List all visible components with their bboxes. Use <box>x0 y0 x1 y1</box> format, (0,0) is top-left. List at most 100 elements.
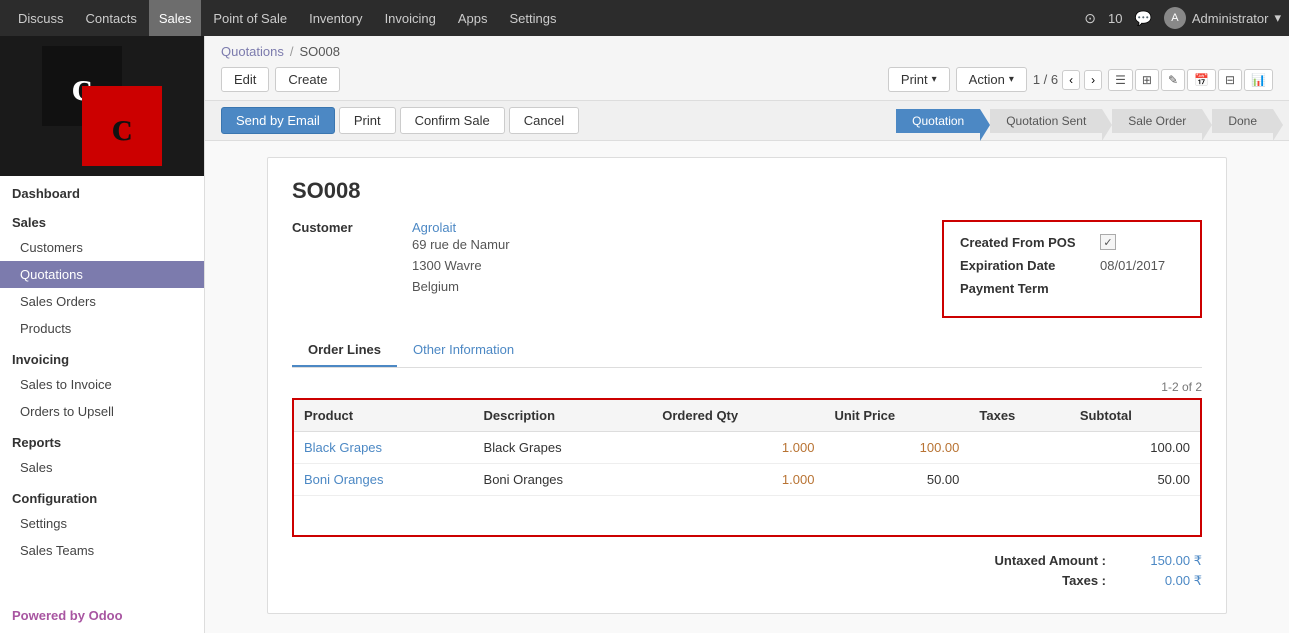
calendar-view-button[interactable]: 📅 <box>1187 69 1216 91</box>
row1-product[interactable]: Black Grapes <box>293 432 474 464</box>
col-taxes: Taxes <box>969 399 1069 432</box>
admin-dropdown-icon: ▾ <box>1274 10 1281 26</box>
sidebar-item-sales-orders[interactable]: Sales Orders <box>0 288 204 315</box>
pager: 1 / 6 ‹ › <box>1033 70 1102 90</box>
nav-discuss[interactable]: Discuss <box>8 0 74 36</box>
sidebar-section-reports: Reports <box>0 425 204 454</box>
send-by-email-button[interactable]: Send by Email <box>221 107 335 134</box>
nav-point-of-sale[interactable]: Point of Sale <box>203 0 297 36</box>
document-fields: Customer Agrolait 69 rue de Namur 1300 W… <box>292 220 1202 318</box>
created-from-pos-row: Created From POS ✓ <box>960 234 1184 250</box>
row1-taxes <box>969 432 1069 464</box>
confirm-sale-button[interactable]: Confirm Sale <box>400 107 505 134</box>
nav-contacts[interactable]: Contacts <box>76 0 147 36</box>
breadcrumb-parent[interactable]: Quotations <box>221 44 284 59</box>
kanban-view-button[interactable]: ⊞ <box>1135 69 1159 91</box>
sidebar-item-sales-to-invoice[interactable]: Sales to Invoice <box>0 371 204 398</box>
row1-subtotal: 100.00 <box>1070 432 1201 464</box>
nav-invoicing[interactable]: Invoicing <box>375 0 446 36</box>
status-sale-order: Sale Order <box>1112 109 1202 133</box>
logo-red-square: ᴄ <box>82 86 162 166</box>
chat-icon[interactable]: 💬 <box>1134 10 1151 27</box>
sidebar-item-products[interactable]: Products <box>0 315 204 342</box>
print-button[interactable]: Print ▾ <box>888 67 950 92</box>
workflow-status: Quotation Quotation Sent Sale Order Done <box>896 109 1273 133</box>
sidebar: ᴄ ᴄ Dashboard Sales Customers Quotations… <box>0 36 205 633</box>
payment-term-row: Payment Term <box>960 281 1184 296</box>
top-navigation: Discuss Contacts Sales Point of Sale Inv… <box>0 0 1289 36</box>
sidebar-item-customers[interactable]: Customers <box>0 234 204 261</box>
row2-unit-price: 50.00 <box>824 464 969 496</box>
customer-name[interactable]: Agrolait <box>412 220 510 235</box>
table-row[interactable]: Black Grapes Black Grapes 1.000 100.00 1… <box>293 432 1201 464</box>
action-dropdown-arrow: ▾ <box>1009 74 1014 85</box>
admin-menu[interactable]: A Administrator ▾ <box>1164 7 1281 29</box>
row2-product[interactable]: Boni Oranges <box>293 464 474 496</box>
document-summary: Untaxed Amount : 150.00 ₹ Taxes : 0.00 ₹ <box>292 553 1202 589</box>
edit-button[interactable]: Edit <box>221 67 269 92</box>
doc-fields-left: Customer Agrolait 69 rue de Namur 1300 W… <box>292 220 918 318</box>
form-view-button[interactable]: ✎ <box>1161 69 1185 91</box>
action-bar: Send by Email Print Confirm Sale Cancel … <box>205 101 1289 141</box>
sidebar-item-orders-to-upsell[interactable]: Orders to Upsell <box>0 398 204 425</box>
admin-label: Administrator <box>1192 11 1269 26</box>
document-title: SO008 <box>292 178 1202 204</box>
order-lines-table: Product Description Ordered Qty Unit Pri… <box>292 398 1202 537</box>
graph-view-button[interactable]: 📊 <box>1244 69 1273 91</box>
print-action-button[interactable]: Print <box>339 107 396 134</box>
print-dropdown-arrow: ▾ <box>932 74 937 85</box>
col-ordered-qty: Ordered Qty <box>652 399 824 432</box>
customer-address: 69 rue de Namur 1300 Wavre Belgium <box>412 235 510 297</box>
taxes-row: Taxes : 0.00 ₹ <box>292 573 1202 589</box>
action-button[interactable]: Action ▾ <box>956 67 1027 92</box>
created-from-pos-checkbox[interactable]: ✓ <box>1100 234 1116 250</box>
customer-address1: 69 rue de Namur <box>412 237 510 252</box>
circle-icon: ⊙ <box>1084 10 1096 27</box>
expiration-date-label: Expiration Date <box>960 258 1100 273</box>
nav-sales[interactable]: Sales <box>149 0 202 36</box>
tab-order-lines[interactable]: Order Lines <box>292 334 397 367</box>
taxes-value: 0.00 ₹ <box>1122 573 1202 589</box>
customer-address2: 1300 Wavre <box>412 258 482 273</box>
cancel-button[interactable]: Cancel <box>509 107 579 134</box>
pager-text: 1 / 6 <box>1033 72 1058 87</box>
nav-apps[interactable]: Apps <box>448 0 498 36</box>
table-row[interactable]: Boni Oranges Boni Oranges 1.000 50.00 50… <box>293 464 1201 496</box>
main-layout: ᴄ ᴄ Dashboard Sales Customers Quotations… <box>0 36 1289 633</box>
pager-next[interactable]: › <box>1084 70 1102 90</box>
sidebar-item-reports-sales[interactable]: Sales <box>0 454 204 481</box>
view-icons: ☰ ⊞ ✎ 📅 ⊟ 📊 <box>1108 69 1273 91</box>
logo-c-black: ᴄ <box>112 103 133 150</box>
untaxed-amount-row: Untaxed Amount : 150.00 ₹ <box>292 553 1202 569</box>
sidebar-item-settings[interactable]: Settings <box>0 510 204 537</box>
pivot-view-button[interactable]: ⊟ <box>1218 69 1242 91</box>
sidebar-item-quotations[interactable]: Quotations <box>0 261 204 288</box>
create-button[interactable]: Create <box>275 67 340 92</box>
col-subtotal: Subtotal <box>1070 399 1201 432</box>
nav-settings[interactable]: Settings <box>500 0 567 36</box>
created-from-pos-label: Created From POS <box>960 235 1100 250</box>
tab-other-information[interactable]: Other Information <box>397 334 530 367</box>
top-nav-right: ⊙ 10 💬 A Administrator ▾ <box>1084 7 1281 29</box>
avatar: A <box>1164 7 1186 29</box>
untaxed-amount-label: Untaxed Amount : <box>995 553 1106 568</box>
nav-inventory[interactable]: Inventory <box>299 0 372 36</box>
content-area: Quotations / SO008 Edit Create Print ▾ A… <box>205 36 1289 633</box>
col-unit-price: Unit Price <box>824 399 969 432</box>
col-product: Product <box>293 399 474 432</box>
toolbar: Edit Create Print ▾ Action ▾ 1 / 6 ‹ <box>221 67 1273 92</box>
sidebar-item-sales-teams[interactable]: Sales Teams <box>0 537 204 564</box>
row2-subtotal: 50.00 <box>1070 464 1201 496</box>
sidebar-section-dashboard: Dashboard <box>0 176 204 205</box>
toolbar-right: Print ▾ Action ▾ 1 / 6 ‹ › ☰ ⊞ <box>888 67 1273 92</box>
expiration-date-row: Expiration Date 08/01/2017 <box>960 258 1184 273</box>
table-row-empty <box>293 496 1201 536</box>
payment-term-label: Payment Term <box>960 281 1100 296</box>
row1-ordered-qty: 1.000 <box>652 432 824 464</box>
row1-description: Black Grapes <box>474 432 653 464</box>
row2-taxes <box>969 464 1069 496</box>
breadcrumb: Quotations / SO008 <box>221 44 1273 59</box>
customer-field-row: Customer Agrolait 69 rue de Namur 1300 W… <box>292 220 918 297</box>
pager-prev[interactable]: ‹ <box>1062 70 1080 90</box>
list-view-button[interactable]: ☰ <box>1108 69 1133 91</box>
